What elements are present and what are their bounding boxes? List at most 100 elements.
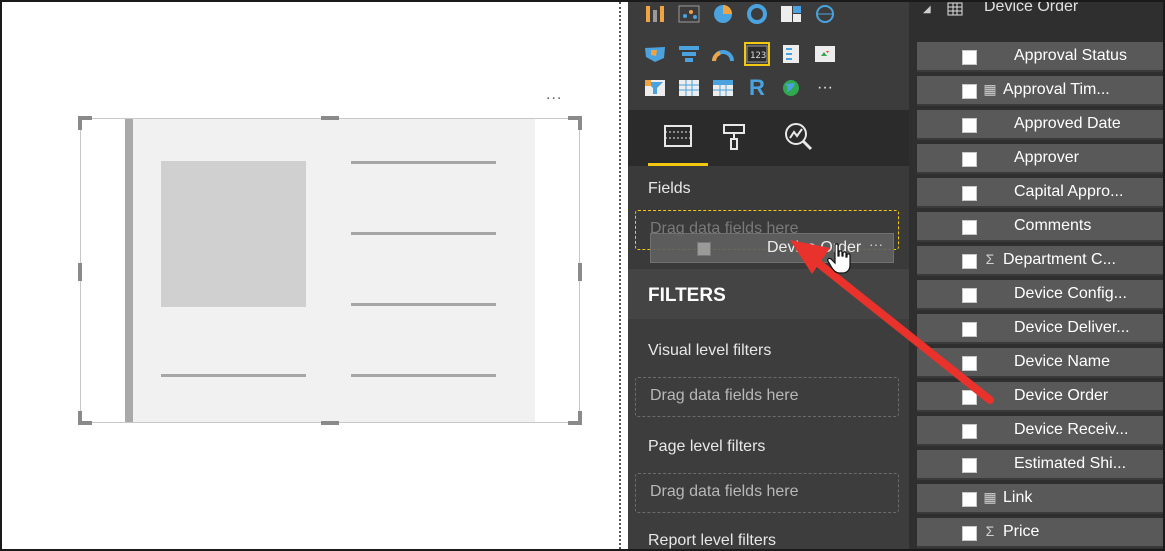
field-name: Device Receiv... bbox=[1014, 421, 1129, 438]
kpi-icon[interactable] bbox=[812, 42, 838, 66]
canvas-pane-divider bbox=[619, 2, 621, 549]
hand-cursor-icon bbox=[827, 243, 851, 274]
analytics-tab-icon[interactable] bbox=[782, 120, 814, 152]
visual-icons-row: R ··· bbox=[642, 75, 838, 108]
multi-row-card-icon[interactable] bbox=[778, 42, 804, 66]
resize-handle-bottom[interactable] bbox=[321, 421, 339, 425]
field-name: Device Deliver... bbox=[1014, 319, 1130, 336]
field-name: Capital Appro... bbox=[1014, 183, 1124, 200]
table-name: Device Order bbox=[984, 0, 1079, 15]
field-row[interactable]: Device Name bbox=[917, 348, 1163, 378]
field-row[interactable]: Capital Appro... bbox=[917, 178, 1163, 208]
field-name: Device Name bbox=[1014, 353, 1111, 370]
field-row[interactable]: Device Receiv... bbox=[917, 416, 1163, 446]
format-tab-icon[interactable] bbox=[718, 120, 750, 152]
field-row[interactable]: Comments bbox=[917, 212, 1163, 242]
field-checkbox[interactable] bbox=[962, 526, 977, 541]
field-name: Comments bbox=[1014, 217, 1092, 234]
field-checkbox[interactable] bbox=[962, 84, 977, 99]
ribbon-chart-icon[interactable] bbox=[642, 2, 668, 26]
table-icon bbox=[947, 2, 963, 21]
field-row[interactable]: Approved Date bbox=[917, 110, 1163, 140]
field-checkbox[interactable] bbox=[962, 390, 977, 405]
fields-list-pane: ◢ Device Order Approval Status ▦ Approval … bbox=[909, 0, 1163, 549]
matrix-icon[interactable] bbox=[710, 76, 736, 100]
visual-preview-line bbox=[351, 232, 496, 235]
card-visual-placeholder[interactable] bbox=[78, 116, 582, 425]
visualizations-pane: 123 R ··· Fields Drag data fields here D… bbox=[628, 2, 909, 549]
dragged-field-ghost: Device Order ··· bbox=[650, 233, 894, 263]
field-name: Approver bbox=[1014, 149, 1079, 166]
field-row[interactable]: ▦ Approval Tim... bbox=[917, 76, 1163, 106]
resize-handle-bottom-left[interactable] bbox=[78, 411, 82, 425]
r-visual-letter: R bbox=[749, 75, 765, 100]
donut-chart-icon[interactable] bbox=[744, 2, 770, 26]
resize-handle-left[interactable] bbox=[78, 263, 82, 281]
field-checkbox[interactable] bbox=[962, 458, 977, 473]
filters-section: FILTERS Visual level filters Drag data f… bbox=[628, 269, 909, 549]
field-checkbox[interactable] bbox=[962, 322, 977, 337]
table-header[interactable]: ◢ Device Order bbox=[909, 0, 1163, 28]
pie-chart-icon[interactable] bbox=[710, 2, 736, 26]
fields-tab-icon[interactable] bbox=[662, 120, 694, 152]
calendar-icon: ▦ bbox=[983, 81, 997, 97]
drag-ghost-checkbox bbox=[697, 242, 711, 256]
field-checkbox[interactable] bbox=[962, 152, 977, 167]
map-icon[interactable] bbox=[812, 2, 838, 26]
field-checkbox[interactable] bbox=[962, 424, 977, 439]
scatter-chart-icon[interactable] bbox=[676, 2, 702, 26]
field-row[interactable]: ▦ Link bbox=[917, 484, 1163, 514]
sigma-icon: Σ bbox=[985, 251, 995, 267]
report-level-filters-label: Report level filters bbox=[648, 532, 777, 549]
field-checkbox[interactable] bbox=[962, 492, 977, 507]
resize-handle-right[interactable] bbox=[578, 263, 582, 281]
filters-title: FILTERS bbox=[648, 285, 726, 306]
more-options-button[interactable]: ... bbox=[546, 86, 562, 104]
field-name: Approval Status bbox=[1014, 47, 1127, 64]
collapse-triangle-icon[interactable]: ◢ bbox=[923, 4, 931, 15]
visual-icons-row: 123 bbox=[642, 42, 838, 74]
field-checkbox[interactable] bbox=[962, 186, 977, 201]
field-row[interactable]: Estimated Shi... bbox=[917, 450, 1163, 480]
sigma-icon: Σ bbox=[985, 523, 995, 539]
resize-handle-bottom-right[interactable] bbox=[578, 411, 582, 425]
field-row[interactable]: Σ Department C... bbox=[917, 246, 1163, 276]
field-checkbox[interactable] bbox=[962, 288, 977, 303]
field-row[interactable]: Σ Price bbox=[917, 518, 1163, 548]
report-canvas[interactable]: ... bbox=[2, 2, 617, 549]
resize-handle-top-left[interactable] bbox=[78, 116, 82, 130]
visual-preview-bar bbox=[125, 119, 133, 422]
filled-map-icon[interactable] bbox=[642, 42, 668, 66]
visual-icons-row bbox=[642, 2, 838, 34]
field-checkbox[interactable] bbox=[962, 254, 977, 269]
globe-icon[interactable] bbox=[778, 76, 804, 100]
field-checkbox[interactable] bbox=[962, 50, 977, 65]
field-name: Device Order bbox=[1014, 387, 1109, 404]
visual-level-filters-label: Visual level filters bbox=[648, 342, 772, 359]
field-row[interactable]: Device Deliver... bbox=[917, 314, 1163, 344]
more-visuals-icon[interactable]: ··· bbox=[812, 76, 838, 100]
resize-handle-top-right[interactable] bbox=[578, 116, 582, 130]
visual-preview-line bbox=[351, 303, 496, 306]
field-checkbox[interactable] bbox=[962, 118, 977, 133]
field-row[interactable]: Approval Status bbox=[917, 42, 1163, 72]
treemap-icon[interactable] bbox=[778, 2, 804, 26]
field-row[interactable]: Approver bbox=[917, 144, 1163, 174]
calendar-icon: ▦ bbox=[983, 489, 997, 505]
page-level-filters-drop-zone[interactable]: Drag data fields here bbox=[635, 473, 899, 513]
visual-level-filters-drop-zone[interactable]: Drag data fields here bbox=[635, 377, 899, 417]
field-checkbox[interactable] bbox=[962, 220, 977, 235]
slicer-icon[interactable] bbox=[642, 76, 668, 100]
field-checkbox[interactable] bbox=[962, 356, 977, 371]
field-row[interactable]: Device Config... bbox=[917, 280, 1163, 310]
funnel-icon[interactable] bbox=[676, 42, 702, 66]
gauge-icon[interactable] bbox=[710, 42, 736, 66]
table-icon[interactable] bbox=[676, 76, 702, 100]
field-name: Department C... bbox=[1003, 251, 1116, 268]
field-row[interactable]: Device Order bbox=[917, 382, 1163, 412]
resize-handle-top[interactable] bbox=[321, 116, 339, 120]
field-name: Approval Tim... bbox=[1003, 81, 1110, 98]
card-icon[interactable]: 123 bbox=[744, 42, 770, 66]
more-visuals-label: ··· bbox=[817, 79, 833, 96]
r-visual-icon[interactable]: R bbox=[744, 75, 770, 100]
